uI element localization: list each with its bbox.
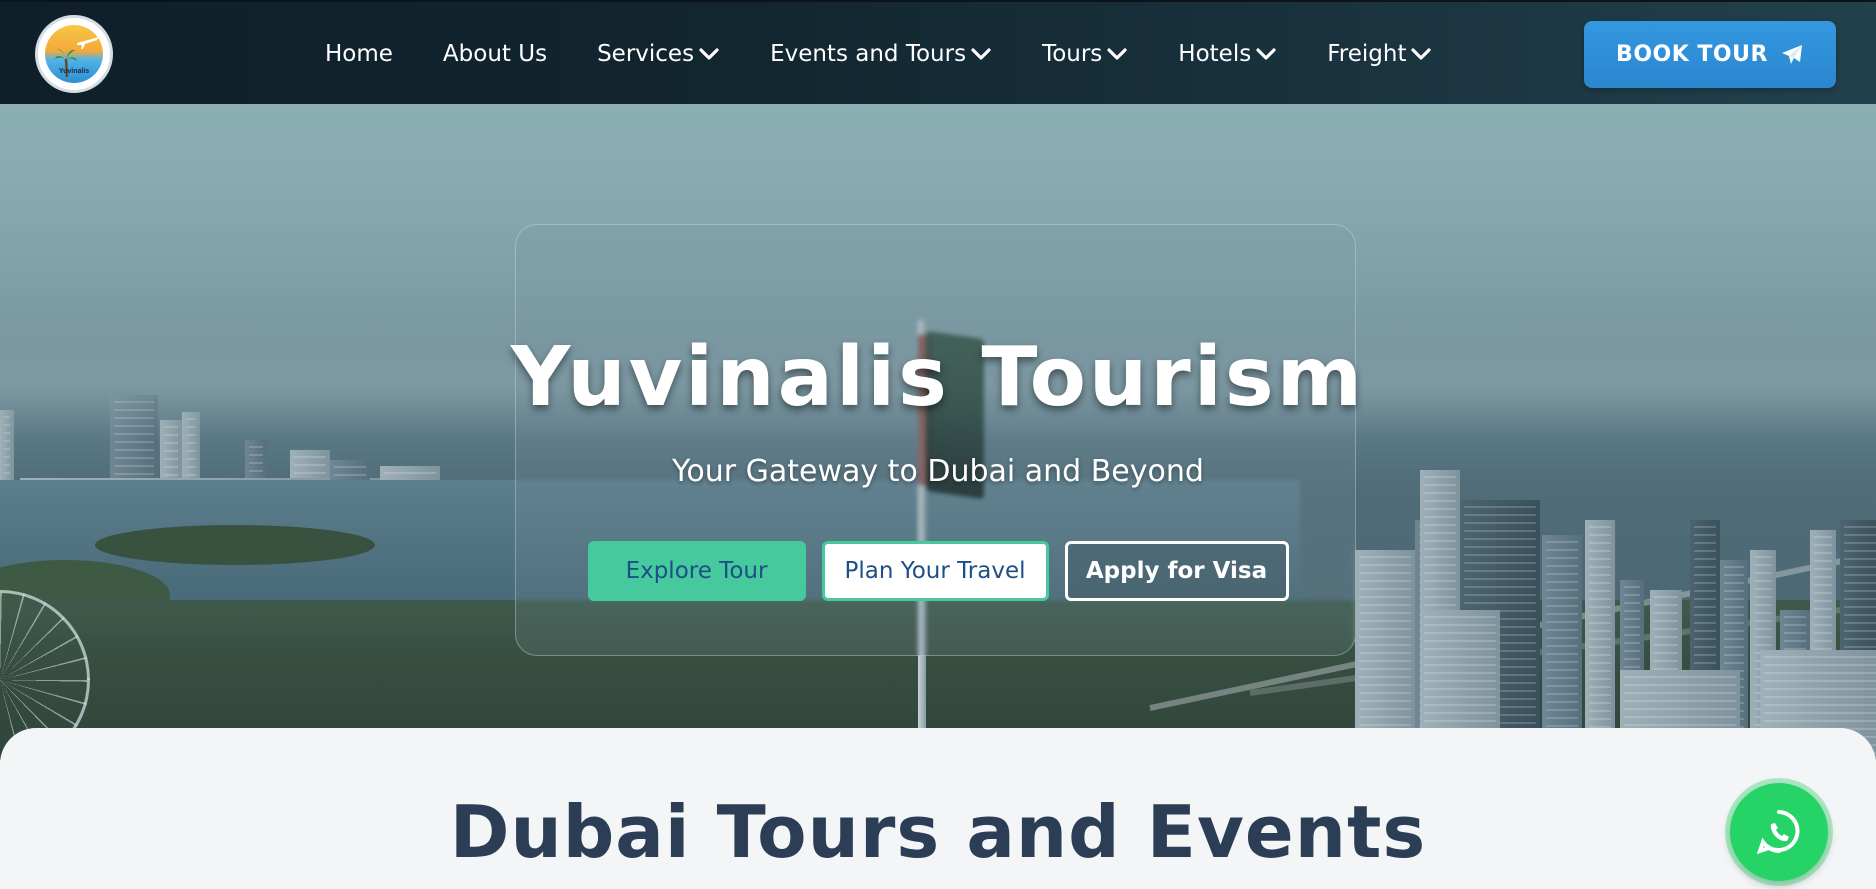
right-skyline <box>1320 230 1876 760</box>
nav-services[interactable]: Services <box>597 41 720 67</box>
hero-buttons: Explore Tour Plan Your Travel Apply for … <box>0 541 1876 601</box>
whatsapp-icon <box>1756 810 1800 855</box>
nav-events-and-tours[interactable]: Events and Tours <box>770 41 992 67</box>
nav-hotels[interactable]: Hotels <box>1178 41 1277 67</box>
nav-hotels-label: Hotels <box>1178 41 1252 67</box>
whatsapp-button[interactable] <box>1730 783 1828 881</box>
airplane-icon <box>77 37 99 49</box>
nav-tours-label: Tours <box>1042 41 1103 67</box>
nav-events-and-tours-label: Events and Tours <box>770 41 967 67</box>
book-tour-label: BOOK TOUR <box>1616 42 1768 67</box>
nav-about-us[interactable]: About Us <box>443 41 547 67</box>
logo-text: Yuvinalis <box>58 68 90 75</box>
book-tour-button[interactable]: BOOK TOUR <box>1584 21 1836 88</box>
explore-tour-button[interactable]: Explore Tour <box>587 541 806 601</box>
nav-tours[interactable]: Tours <box>1042 41 1128 67</box>
nav-freight[interactable]: Freight <box>1327 41 1432 67</box>
section-title: Dubai Tours and Events <box>449 790 1427 874</box>
nav-home[interactable]: Home <box>325 41 393 67</box>
nav-about-us-label: About Us <box>442 41 548 67</box>
brand-logo[interactable]: Yuvinalis <box>35 15 113 93</box>
nav-services-label: Services <box>597 41 695 67</box>
chevron-down-icon <box>971 48 991 60</box>
hero-title: Yuvinalis Tourism <box>510 330 1366 425</box>
chevron-down-icon <box>1411 48 1432 60</box>
paper-plane-icon <box>1781 44 1802 64</box>
plan-your-travel-button[interactable]: Plan Your Travel <box>821 541 1049 601</box>
chevron-down-icon <box>1256 48 1276 60</box>
nav-freight-label: Freight <box>1327 41 1407 67</box>
chevron-down-icon <box>699 48 719 60</box>
chevron-down-icon <box>1107 48 1127 60</box>
main-nav: Home About Us Services Events and Tours … <box>325 2 1482 106</box>
top-navbar: Yuvinalis Home About Us Services Events … <box>0 0 1876 104</box>
hero-subtitle: Your Gateway to Dubai and Beyond <box>672 454 1204 489</box>
apply-for-visa-button[interactable]: Apply for Visa <box>1064 541 1289 601</box>
nav-home-label: Home <box>325 41 393 67</box>
page: Yuvinalis Tourism Your Gateway to Dubai … <box>0 0 1876 889</box>
